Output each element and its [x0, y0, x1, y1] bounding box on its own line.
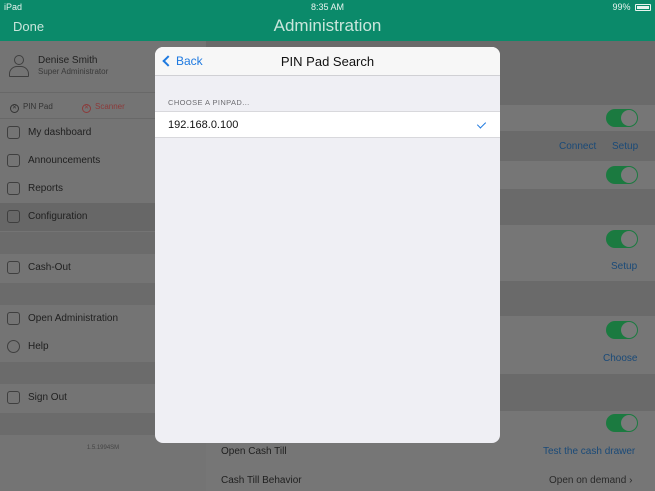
battery-percent: 99% [612, 2, 631, 12]
status-time: 8:35 AM [310, 2, 345, 12]
nav-title: Administration [273, 16, 382, 35]
user-avatar-icon [9, 55, 29, 77]
choose-link[interactable]: Choose [603, 353, 637, 364]
pinpad-list-item[interactable]: 192.168.0.100 [155, 111, 500, 138]
cash-till-behavior-label: Cash Till Behavior [221, 475, 302, 486]
dashboard-icon [7, 126, 20, 139]
navigation-bar: iPad 8:35 AM 99% Done Administration [0, 0, 655, 41]
pinpad-search-modal: Back PIN Pad Search CHOOSE A PINPAD... 1… [155, 47, 500, 443]
app-version: 1.5.1994SM [86, 445, 120, 451]
scanner-setup-link[interactable]: Setup [611, 261, 637, 272]
section-header: CHOOSE A PINPAD... [168, 98, 250, 107]
megaphone-icon [7, 154, 20, 167]
open-cash-till-label: Open Cash Till [221, 446, 287, 457]
sign-out-icon [7, 391, 20, 404]
disconnected-icon: ✕ [82, 104, 91, 113]
modal-title: PIN Pad Search [280, 54, 375, 69]
gear-icon [7, 312, 20, 325]
report-icon [7, 182, 20, 195]
help-icon [7, 340, 20, 353]
connect-link[interactable]: Connect [559, 141, 596, 152]
checkmark-icon [476, 119, 487, 129]
test-cash-drawer-link[interactable]: Test the cash drawer [543, 446, 635, 457]
pinpad-toggle[interactable] [606, 109, 638, 127]
cash-till-toggle[interactable] [606, 414, 638, 432]
user-role: Super Administrator [38, 67, 109, 76]
piggy-bank-icon [7, 261, 20, 274]
scanner-toggle[interactable] [606, 230, 638, 248]
pinpad-status: ✕ PIN Pad [10, 102, 53, 113]
setup-link[interactable]: Setup [612, 141, 638, 152]
pinpad-ip: 192.168.0.100 [168, 119, 239, 131]
option-toggle[interactable] [606, 166, 638, 184]
battery-status: 99% [612, 2, 651, 12]
gears-icon [7, 210, 20, 223]
chevron-right-icon: › [629, 475, 633, 486]
battery-icon [635, 4, 651, 11]
disconnected-icon: ✕ [10, 104, 19, 113]
cash-till-behavior-value[interactable]: Open on demand › [549, 475, 632, 486]
user-name: Denise Smith [38, 55, 98, 66]
modal-header: Back PIN Pad Search [155, 47, 500, 76]
printer-toggle[interactable] [606, 321, 638, 339]
scanner-status: ✕ Scanner [82, 102, 125, 113]
